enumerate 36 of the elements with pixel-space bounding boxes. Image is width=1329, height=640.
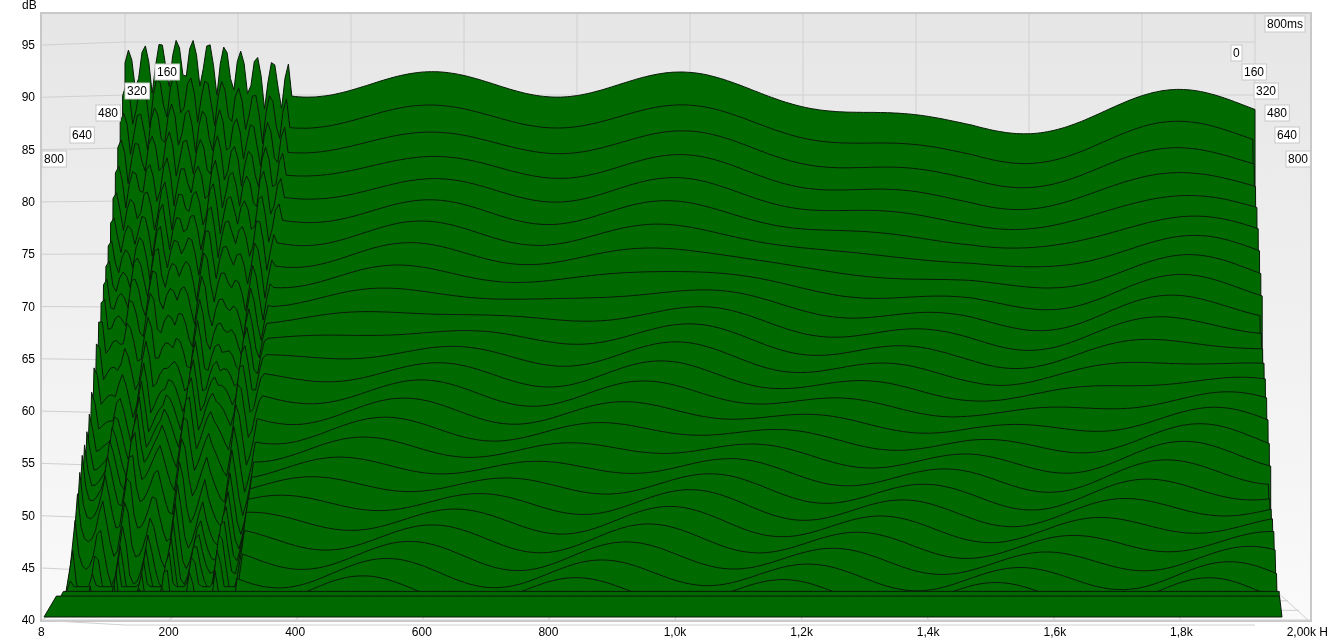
axis-tick-label: 75 xyxy=(21,247,35,262)
axis-tick-label: 50 xyxy=(21,508,35,523)
axis-tick-label: 1,2k xyxy=(790,625,813,639)
axis-tick-label: 55 xyxy=(21,456,35,471)
axis-tick-label: 45 xyxy=(21,561,35,575)
time-label: 480 xyxy=(1264,104,1290,122)
time-label: 160 xyxy=(1241,63,1267,81)
axis-tick-label: 1,6k xyxy=(1043,625,1067,639)
axis-tick-label: 8 xyxy=(38,625,45,639)
axis-tick-label: 40 xyxy=(21,613,35,628)
time-label: 160 xyxy=(154,63,180,81)
axis-tick-label: 90 xyxy=(21,90,35,105)
time-label: 320 xyxy=(124,82,150,100)
axis-tick-label: 60 xyxy=(21,404,35,419)
time-label: 800 xyxy=(1285,150,1311,168)
time-label: 800ms xyxy=(1264,15,1306,33)
time-label: 480 xyxy=(95,104,121,122)
axis-tick-label: 95 xyxy=(21,38,35,52)
time-label: 640 xyxy=(69,126,95,144)
time-label: 320 xyxy=(1253,82,1279,100)
axis-tick-label: 70 xyxy=(21,299,35,314)
axis-tick-label: 2,00k H xyxy=(1286,625,1328,639)
axis-tick-label: 85 xyxy=(21,142,35,157)
axis-tick-label: 1,8k xyxy=(1170,625,1193,639)
axis-tick-label: 80 xyxy=(21,194,35,209)
axis-tick-label: 1,0k xyxy=(663,625,687,639)
time-label: 640 xyxy=(1274,126,1300,144)
axis-tick-label: 800 xyxy=(538,625,559,639)
axis-tick-label: 200 xyxy=(158,625,179,639)
time-label: 0 xyxy=(1230,44,1243,62)
axis-tick-label: 600 xyxy=(411,625,432,639)
axis-tick-label: 1,4k xyxy=(916,625,940,639)
axis-tick-label: 400 xyxy=(285,625,306,639)
axis-unit-label: dB xyxy=(22,0,37,12)
time-label: 800 xyxy=(41,150,67,168)
axis-tick-label: 65 xyxy=(21,351,35,366)
